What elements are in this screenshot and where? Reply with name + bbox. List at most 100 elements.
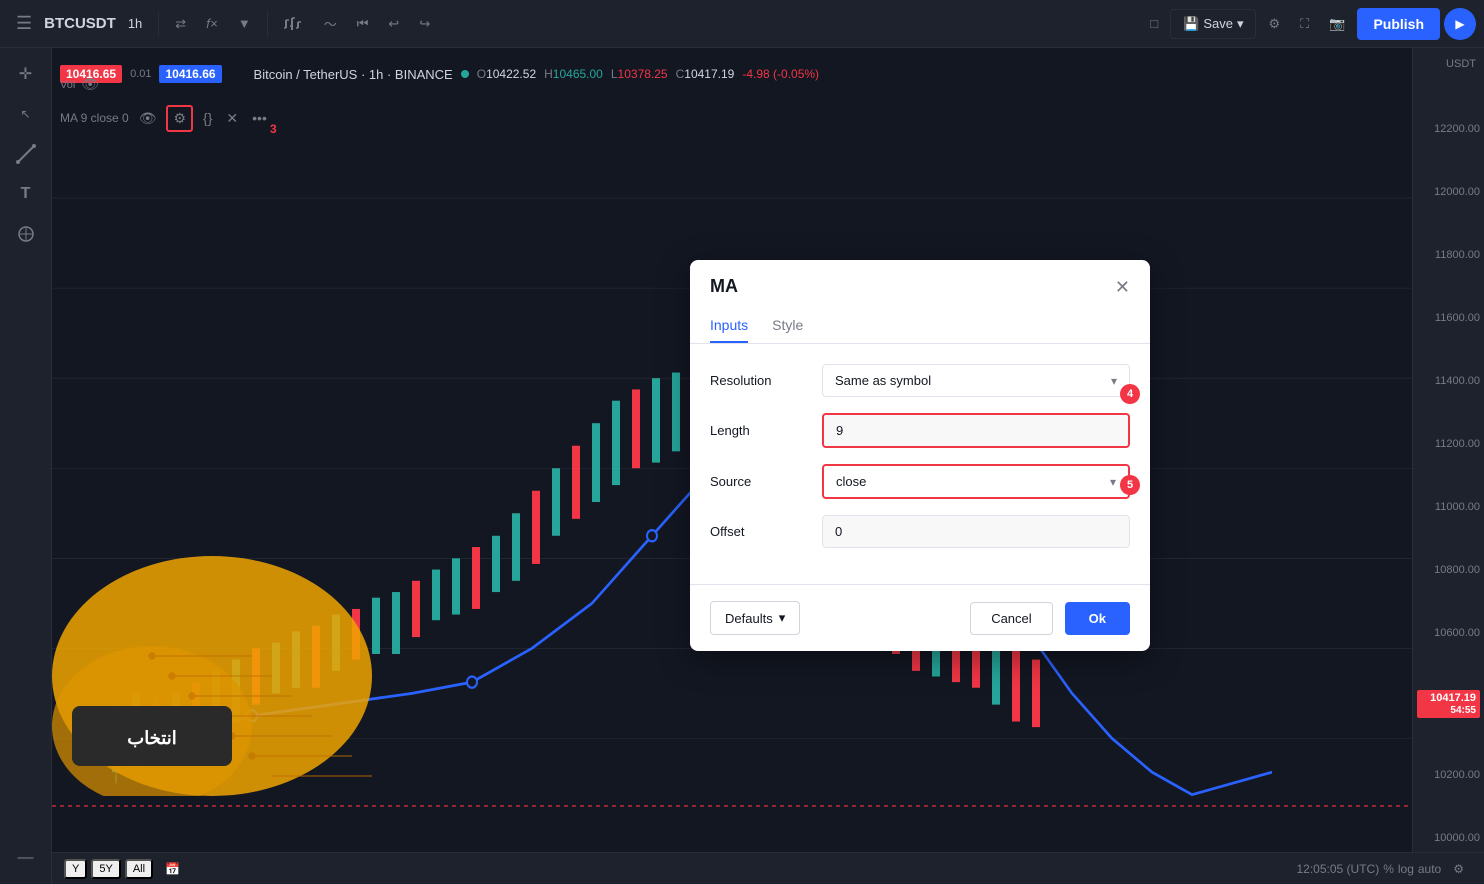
timestamp: 12:05:05 (UTC)	[1296, 862, 1379, 876]
source-dropdown[interactable]: close ▾	[822, 464, 1130, 499]
vol-row: Vol 👁	[52, 76, 107, 93]
footer-action-buttons: Cancel Ok	[970, 602, 1130, 635]
settings-bottom-button[interactable]: ⚙	[1445, 856, 1472, 882]
sidebar-draw-line[interactable]	[8, 136, 44, 172]
price-10200: 10200.00	[1417, 769, 1480, 781]
tab-style[interactable]: Style	[772, 309, 803, 343]
indicator-close-button[interactable]: ✕	[222, 108, 242, 129]
offset-row: Offset	[710, 515, 1130, 548]
length-row: Length	[710, 413, 1130, 448]
price-scale: USDT 12200.00 12000.00 11800.00 11600.00…	[1412, 48, 1484, 852]
step-label: 0.01	[130, 68, 151, 80]
price-11600: 11600.00	[1417, 312, 1480, 324]
sidebar-crosshair[interactable]: ✛	[8, 56, 44, 92]
currency-label: USDT	[1417, 56, 1480, 72]
vol-icon: 👁	[81, 76, 99, 93]
high-label: H10465.00	[544, 67, 603, 81]
defaults-button[interactable]: Defaults ▾	[710, 601, 800, 635]
step3-badge: 3	[270, 122, 277, 136]
source-row: Source close ▾ 5	[710, 464, 1130, 499]
modal-title: MA	[710, 276, 738, 297]
log-label: log	[1398, 862, 1414, 876]
publish-button[interactable]: Publish	[1357, 8, 1440, 40]
line-chart-button[interactable]: 〜	[316, 8, 345, 39]
modal-close-button[interactable]: ✕	[1115, 278, 1130, 296]
left-sidebar: ✛ ↖ T —	[0, 48, 52, 884]
indicator-more-button[interactable]: •••	[248, 108, 271, 128]
modal-header: MA ✕	[690, 260, 1150, 297]
cancel-button[interactable]: Cancel	[970, 602, 1052, 635]
replay-button[interactable]: ⏮	[349, 10, 377, 38]
resolution-label: Resolution	[710, 373, 810, 388]
menu-button[interactable]: ☰	[8, 7, 40, 40]
length-input[interactable]	[822, 413, 1130, 448]
auto-label: auto	[1418, 862, 1441, 876]
offset-label: Offset	[710, 524, 810, 539]
defaults-chevron: ▾	[779, 610, 786, 626]
indicator-code-button[interactable]: {}	[199, 108, 216, 128]
ok-button[interactable]: Ok	[1065, 602, 1130, 635]
step4-badge: 4	[1120, 384, 1140, 404]
live-dot	[461, 70, 469, 78]
save-icon: 💾	[1183, 16, 1199, 32]
calendar-button[interactable]: 📅	[157, 856, 188, 882]
save-button[interactable]: 💾 Save ▾	[1170, 9, 1256, 39]
sidebar-cursor[interactable]: ↖	[8, 96, 44, 132]
timeframe-y[interactable]: Y	[64, 859, 87, 879]
undo-button[interactable]: ↩	[380, 10, 407, 38]
chart-type-bar[interactable]	[276, 10, 312, 38]
resolution-row: Resolution Same as symbol ▾ 4	[710, 364, 1130, 397]
timeframe-5y[interactable]: 5Y	[91, 859, 120, 879]
source-chevron: ▾	[1110, 475, 1116, 489]
price-10600: 10600.00	[1417, 627, 1480, 639]
price-12200: 12200.00	[1417, 123, 1480, 135]
alert-button[interactable]: ▼	[230, 10, 259, 37]
price-12000: 12000.00	[1417, 186, 1480, 198]
close-label: C10417.19	[676, 67, 735, 81]
current-price-label: 10417.1954:55	[1417, 690, 1480, 718]
symbol-label: BTCUSDT	[44, 15, 116, 32]
compare-button[interactable]: ⇄	[167, 10, 194, 38]
play-button[interactable]: ▶	[1444, 8, 1476, 40]
price-11000: 11000.00	[1417, 501, 1480, 513]
price-10800: 10800.00	[1417, 564, 1480, 576]
redo-button[interactable]: ↪	[411, 10, 438, 38]
pair-name: Bitcoin / TetherUS · 1h · BINANCE	[254, 67, 453, 82]
snapshot-button[interactable]: 📷	[1321, 10, 1353, 38]
top-toolbar: ☰ BTCUSDT 1h ⇄ 𝑓× ▼ 〜 ⏮ ↩ ↪ □ 💾 Save ▾ ⚙…	[0, 0, 1484, 48]
fullscreen-button[interactable]: ⛶	[1292, 10, 1317, 38]
percent-label: %	[1383, 862, 1394, 876]
layout-button[interactable]: □	[1142, 10, 1166, 37]
ask-price[interactable]: 10416.66	[159, 65, 221, 83]
indicators-button[interactable]: 𝑓×	[198, 10, 226, 38]
tab-inputs[interactable]: Inputs	[710, 309, 748, 343]
open-label: O10422.52	[477, 67, 536, 81]
offset-input[interactable]	[822, 515, 1130, 548]
low-label: L10378.25	[611, 67, 668, 81]
sidebar-more[interactable]: —	[8, 840, 44, 876]
resolution-chevron: ▾	[1111, 374, 1117, 388]
separator-2	[267, 12, 268, 36]
sidebar-text[interactable]: T	[8, 176, 44, 212]
source-label: Source	[710, 474, 810, 489]
timeframe-button[interactable]: 1h	[120, 10, 150, 37]
info-bar: 10416.65 0.01 10416.66 Bitcoin / TetherU…	[52, 48, 1412, 100]
price-11400: 11400.00	[1417, 375, 1480, 387]
indicator-eye-button[interactable]: 👁	[135, 108, 161, 129]
timeframe-all[interactable]: All	[125, 859, 153, 879]
indicator-name: MA 9 close 0	[60, 111, 129, 125]
sidebar-shapes[interactable]	[8, 216, 44, 252]
indicator-settings-button[interactable]: ⚙	[166, 105, 193, 132]
resolution-dropdown[interactable]: Same as symbol ▾	[822, 364, 1130, 397]
bottom-bar: Y 5Y All 📅 12:05:05 (UTC) % log auto ⚙	[52, 852, 1484, 884]
ma-settings-modal: MA ✕ Inputs Style Resolution Same as sym…	[690, 260, 1150, 651]
modal-tabs: Inputs Style	[690, 309, 1150, 344]
step5-badge: 5	[1120, 475, 1140, 495]
price-11800: 11800.00	[1417, 249, 1480, 261]
separator-1	[158, 12, 159, 36]
settings-gear-button[interactable]: ⚙	[1260, 10, 1288, 38]
modal-body: Resolution Same as symbol ▾ 4 Length Sou…	[690, 344, 1150, 584]
price-11200: 11200.00	[1417, 438, 1480, 450]
modal-footer: Defaults ▾ Cancel Ok	[690, 584, 1150, 651]
save-chevron: ▾	[1237, 16, 1244, 32]
